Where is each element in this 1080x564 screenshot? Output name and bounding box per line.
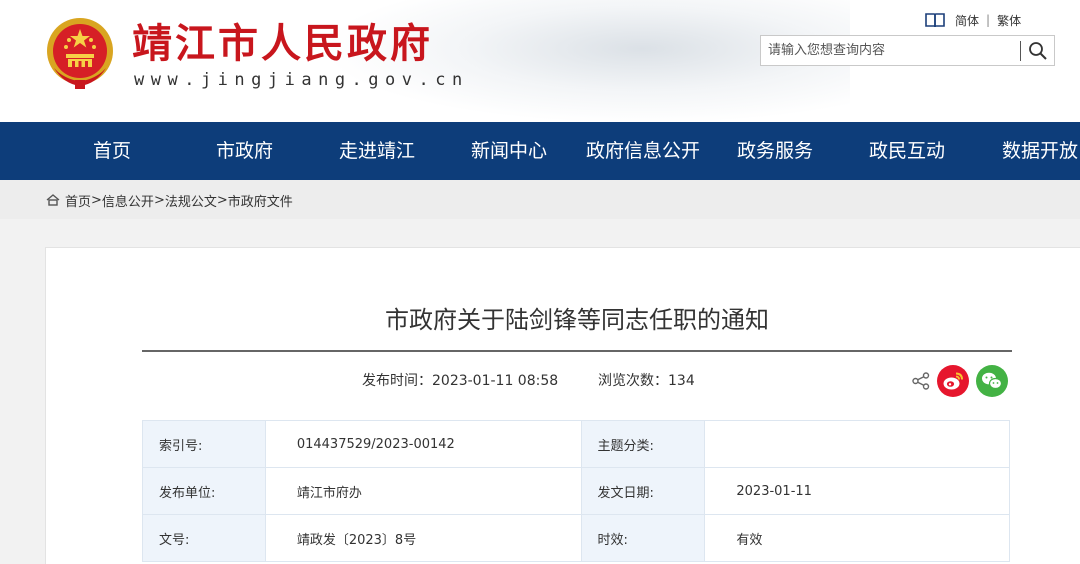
nav-item-info-disclosure[interactable]: 政府信息公开 xyxy=(586,122,700,180)
site-header: 靖江市人民政府 www.jingjiang.gov.cn 简体 | 繁体 xyxy=(0,0,1080,122)
view-count-label: 浏览次数： xyxy=(598,373,668,389)
article-title: 市政府关于陆剑锋等同志任职的通知 xyxy=(385,306,769,334)
search-divider xyxy=(1020,41,1021,61)
language-switch: 简体 | 繁体 xyxy=(925,10,1021,30)
issue-date-label: 发文日期: xyxy=(580,467,706,515)
main-nav: 首页 市政府 走进靖江 新闻中心 政府信息公开 政务服务 政民互动 数据开放 xyxy=(0,122,1080,180)
wechat-icon xyxy=(982,372,1003,390)
view-count-value: 134 xyxy=(668,373,695,389)
lang-separator: | xyxy=(986,13,991,27)
document-info-table: 索引号: 014437529/2023-00142 主题分类: 发布单位: 靖江… xyxy=(142,420,1010,562)
wechat-share-button[interactable] xyxy=(976,365,1008,397)
breadcrumb-city-documents[interactable]: 市政府文件 xyxy=(228,191,293,210)
weibo-share-button[interactable] xyxy=(937,365,969,397)
topic-category-value xyxy=(704,420,1010,468)
document-number-label: 文号: xyxy=(142,514,266,562)
publish-time: 发布时间：2023-01-11 08:58 xyxy=(362,372,558,390)
lang-simplified-link[interactable]: 简体 xyxy=(955,12,979,29)
publish-time-value: 2023-01-11 08:58 xyxy=(432,373,559,389)
table-row: 发布单位: 靖江市府办 发文日期: 2023-01-11 xyxy=(142,467,1010,515)
topic-category-label: 主题分类: xyxy=(580,420,706,468)
site-url: www.jingjiang.gov.cn xyxy=(134,70,469,90)
nav-item-open-data[interactable]: 数据开放 xyxy=(1002,122,1078,180)
nav-item-news-center[interactable]: 新闻中心 xyxy=(471,122,547,180)
table-row: 文号: 靖政发〔2023〕8号 时效: 有效 xyxy=(142,514,1010,562)
breadcrumb-regulations[interactable]: 法规公文 xyxy=(165,191,217,210)
search-input[interactable] xyxy=(761,36,1016,65)
nav-item-city-government[interactable]: 市政府 xyxy=(216,122,273,180)
issuing-unit-value: 靖江市府办 xyxy=(264,467,582,515)
breadcrumb-bar: 首页 > 信息公开 > 法规公文 > 市政府文件 xyxy=(0,180,1080,219)
issuing-unit-label: 发布单位: xyxy=(142,467,266,515)
nav-item-home[interactable]: 首页 xyxy=(93,122,131,180)
table-row: 索引号: 014437529/2023-00142 主题分类: xyxy=(142,420,1010,468)
breadcrumb-separator: > xyxy=(153,192,165,208)
validity-value: 有效 xyxy=(704,514,1010,562)
site-title[interactable]: 靖江市人民政府 xyxy=(132,20,433,68)
index-number-label: 索引号: xyxy=(142,420,266,468)
book-icon xyxy=(925,13,945,28)
weibo-icon xyxy=(943,372,963,390)
nav-item-about-jingjiang[interactable]: 走进靖江 xyxy=(339,122,415,180)
national-emblem-icon[interactable] xyxy=(44,16,116,90)
share-icon[interactable] xyxy=(911,371,931,391)
search-icon xyxy=(1029,42,1047,60)
issue-date-value: 2023-01-11 xyxy=(704,467,1010,515)
breadcrumb-separator: > xyxy=(216,192,228,208)
title-divider xyxy=(142,350,1012,352)
document-number-value: 靖政发〔2023〕8号 xyxy=(264,514,582,562)
lang-traditional-link[interactable]: 繁体 xyxy=(997,12,1021,29)
index-number-value: 014437529/2023-00142 xyxy=(264,420,582,468)
nav-item-public-interaction[interactable]: 政民互动 xyxy=(869,122,945,180)
view-count: 浏览次数：134 xyxy=(598,372,695,390)
search-box xyxy=(760,35,1055,66)
breadcrumb-separator: > xyxy=(91,192,102,208)
nav-item-government-services[interactable]: 政务服务 xyxy=(737,122,813,180)
home-icon xyxy=(46,194,60,206)
publish-time-label: 发布时间： xyxy=(362,373,432,389)
breadcrumb: 首页 > 信息公开 > 法规公文 > 市政府文件 xyxy=(46,191,293,210)
validity-label: 时效: xyxy=(580,514,706,562)
breadcrumb-home[interactable]: 首页 xyxy=(65,191,91,210)
breadcrumb-info-disclosure[interactable]: 信息公开 xyxy=(102,191,154,210)
search-button[interactable] xyxy=(1023,38,1053,64)
